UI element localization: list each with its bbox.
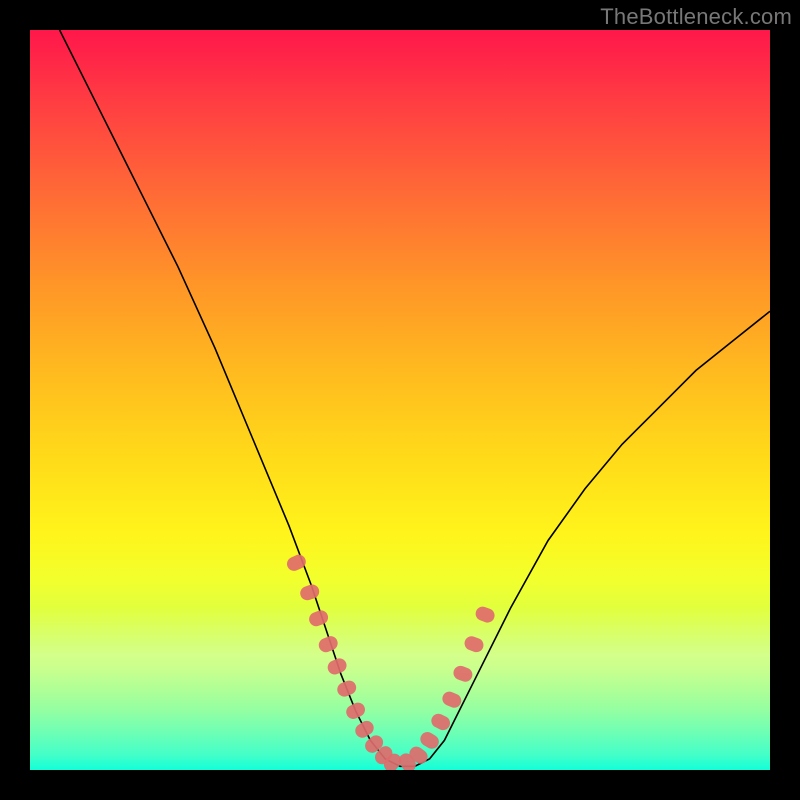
data-marker [285,552,308,573]
plot-area [30,30,770,770]
data-marker [451,664,474,684]
curve-layer [30,30,770,770]
data-marker [429,711,452,732]
data-marker [317,634,340,654]
data-marker [325,656,348,677]
data-marker [344,700,367,721]
watermark-text: TheBottleneck.com [600,4,792,30]
data-marker [335,679,358,699]
chart-frame: TheBottleneck.com [0,0,800,800]
data-marker [463,634,486,654]
data-marker [298,583,321,603]
bottleneck-curve [60,30,770,766]
data-marker [440,689,463,710]
data-marker [474,605,497,625]
data-marker [307,608,330,628]
